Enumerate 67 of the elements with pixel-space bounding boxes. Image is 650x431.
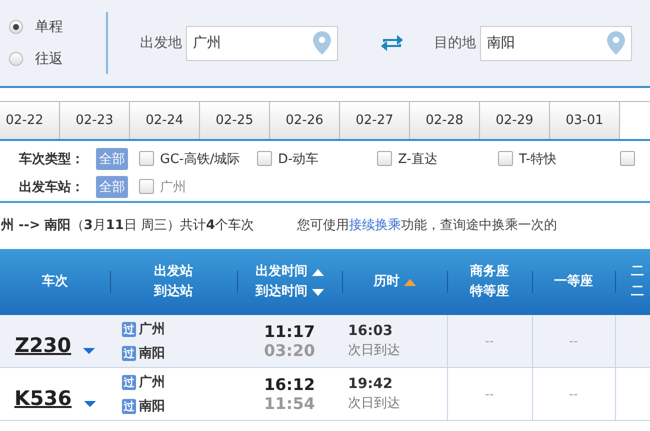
filter-label: 车次类型： <box>19 150 85 168</box>
filter-label: 出发车站： <box>19 178 85 196</box>
column-header[interactable]: 出发站 到达站 <box>110 248 237 315</box>
location-pin-icon <box>313 31 331 55</box>
departure-time: 16:12 <box>264 375 315 394</box>
input-field[interactable]: 南阳 <box>480 26 632 60</box>
date-tab[interactable]: 03-01 <box>550 102 620 139</box>
arrival-day: 次日到达 <box>348 341 446 359</box>
train-number-link[interactable]: K536 <box>14 386 72 410</box>
duration: 16:03 <box>348 323 394 339</box>
checkbox-label[interactable]: T-特快 <box>519 150 556 168</box>
sort-up-icon[interactable] <box>404 278 416 286</box>
arrival-time: 11:54 <box>264 394 315 413</box>
seat-availability: -- <box>569 334 578 348</box>
pass-badge: 过 <box>122 398 136 414</box>
radio-button[interactable] <box>9 52 23 66</box>
date-tab[interactable]: 02-27 <box>340 102 410 139</box>
date-tab[interactable]: 02-28 <box>410 102 480 139</box>
checkbox[interactable] <box>620 151 635 166</box>
checkbox[interactable] <box>139 151 154 166</box>
station-name: 广州 <box>139 320 165 338</box>
checkbox[interactable] <box>377 151 392 166</box>
pass-badge: 过 <box>122 322 136 336</box>
checkbox[interactable] <box>139 179 154 194</box>
field-label: 出发地 <box>140 34 182 52</box>
arrival-day: 次日到达 <box>348 394 446 412</box>
checkbox[interactable] <box>257 151 272 166</box>
arrival-time: 03:20 <box>264 341 315 360</box>
radio-label[interactable]: 往返 <box>35 50 63 68</box>
sort-down-icon[interactable] <box>312 288 324 296</box>
checkbox-label[interactable]: 广州 <box>160 178 186 196</box>
radio-label[interactable]: 单程 <box>35 18 63 36</box>
column-header[interactable]: 二 二 <box>615 248 650 315</box>
date-tab[interactable]: 02-25 <box>200 102 270 139</box>
duration: 19:42 <box>348 376 394 392</box>
seat-availability: -- <box>485 387 494 401</box>
date-tab[interactable]: 02-22 <box>0 102 60 139</box>
date-tab[interactable]: 02-29 <box>480 102 550 139</box>
location-pin-icon <box>607 31 625 55</box>
station-name: 南阳 <box>139 398 165 415</box>
column-header[interactable]: 一等座 <box>532 248 615 315</box>
date-tab[interactable]: 02-26 <box>270 102 340 139</box>
column-header[interactable]: 历时 <box>342 248 447 315</box>
column-header[interactable]: 出发时间 到达时间 <box>237 248 342 315</box>
seat-availability: -- <box>569 387 578 401</box>
pass-badge: 过 <box>122 346 136 360</box>
checkbox[interactable] <box>498 151 513 166</box>
date-tab[interactable]: 02-24 <box>130 102 200 139</box>
column-header[interactable]: 车次 <box>0 248 110 315</box>
date-tab[interactable]: 02-23 <box>60 102 130 139</box>
station-name: 南阳 <box>139 345 165 362</box>
station-name: 广州 <box>139 374 165 391</box>
seat-availability: -- <box>485 334 494 348</box>
checkbox-label[interactable]: D-动车 <box>278 150 319 168</box>
swap-icon[interactable] <box>380 33 404 53</box>
caret-icon[interactable] <box>83 348 96 354</box>
checkbox-label[interactable]: Z-直达 <box>398 150 438 168</box>
pass-badge: 过 <box>122 374 136 390</box>
checkbox-label[interactable]: GC-高铁/城际 <box>160 150 240 168</box>
column-header[interactable]: 商务座 特等座 <box>447 248 532 315</box>
radio-button[interactable] <box>9 20 23 34</box>
transfer-link[interactable]: 接续换乘 <box>349 218 402 233</box>
departure-time: 11:17 <box>264 322 315 341</box>
caret-icon[interactable] <box>84 401 96 407</box>
hint-text: 您可使用接续换乘功能，查询途中换乘一次的 <box>297 217 558 234</box>
input-field[interactable]: 广州 <box>186 26 338 60</box>
field-label: 目的地 <box>434 34 476 52</box>
